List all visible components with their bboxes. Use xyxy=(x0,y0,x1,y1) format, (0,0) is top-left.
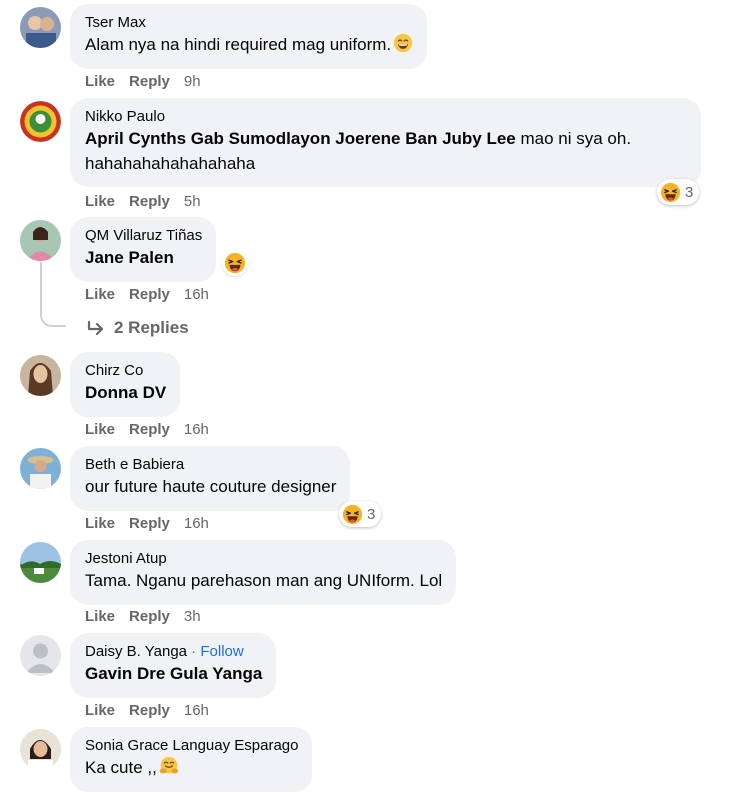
reply-button[interactable]: Reply xyxy=(129,286,170,303)
comment-text: Donna DV xyxy=(85,380,166,405)
comment-bubble: Daisy B. Yanga · Follow Gavin Dre Gula Y… xyxy=(70,633,277,698)
comment-bubble: QM Villaruz Tiñas Jane Palen xyxy=(70,217,217,282)
comment-text: our future haute couture designer xyxy=(85,477,337,496)
reaction-badge[interactable]: 3 xyxy=(657,179,700,205)
comment-text: Ka cute ,, xyxy=(85,755,298,780)
hugging-face-icon xyxy=(159,756,179,775)
comment-time[interactable]: 16h xyxy=(184,286,209,303)
like-button[interactable]: Like xyxy=(85,286,115,303)
comment-time[interactable]: 3h xyxy=(184,608,201,625)
comment-bubble: Chirz Co Donna DV xyxy=(70,352,181,417)
comment-actions: Like Reply 16h xyxy=(85,515,209,533)
reply-button[interactable]: Reply xyxy=(129,515,170,532)
reaction-badge[interactable] xyxy=(222,250,248,276)
comment-bubble: Nikko Paulo April Cynths Gab Sumodlayon … xyxy=(70,98,701,187)
haha-icon xyxy=(342,503,363,525)
reaction-count: 3 xyxy=(367,505,376,523)
comment-actions: Like Reply 9h xyxy=(85,73,201,91)
reply-button[interactable]: Reply xyxy=(129,421,170,438)
comment-time[interactable]: 16h xyxy=(184,702,209,719)
avatar[interactable] xyxy=(20,355,61,396)
smile-icon xyxy=(393,33,413,53)
comment-author[interactable]: Chirz Co xyxy=(85,361,166,380)
comment-author[interactable]: Tser Max xyxy=(85,13,413,32)
like-button[interactable]: Like xyxy=(85,73,115,90)
view-replies-link[interactable]: 2 Replies xyxy=(86,318,189,338)
comment-actions: Like Reply 16h xyxy=(85,702,209,720)
comment-text-content: Alam nya na hindi required mag uniform. xyxy=(85,35,392,54)
comment-author[interactable]: Nikko Paulo xyxy=(85,107,687,126)
comment-actions: Like Reply 16h xyxy=(85,421,209,439)
haha-icon xyxy=(660,181,681,203)
separator-dot: · xyxy=(187,643,201,660)
comment-author[interactable]: Sonia Grace Languay Esparago xyxy=(85,736,298,755)
comment-bubble: Tser Max Alam nya na hindi required mag … xyxy=(70,4,428,69)
like-button[interactable]: Like xyxy=(85,421,115,438)
comment-text: April Cynths Gab Sumodlayon Joerene Ban … xyxy=(85,126,687,151)
comment-author-line: Daisy B. Yanga · Follow xyxy=(85,642,262,661)
thread-line xyxy=(40,262,66,327)
comment-text-content: mao ni sya oh. xyxy=(515,129,632,148)
comment-bubble: Jestoni Atup Tama. Nganu parehason man a… xyxy=(70,540,457,605)
avatar[interactable] xyxy=(20,7,61,48)
comment-bubble: Beth e Babiera our future haute couture … xyxy=(70,446,351,511)
tagged-names[interactable]: Gavin Dre Gula Yanga xyxy=(85,664,262,683)
comment-text: Tama. Nganu parehason man ang UNIform. L… xyxy=(85,571,443,590)
comment-actions: Like Reply 3h xyxy=(85,608,201,626)
comment-actions: Like Reply 5h xyxy=(85,193,201,211)
like-button[interactable]: Like xyxy=(85,193,115,210)
comment-actions: Like Reply 16h xyxy=(85,286,209,304)
reply-button[interactable]: Reply xyxy=(129,73,170,90)
comment-time[interactable]: 5h xyxy=(184,193,201,210)
comment-author[interactable]: Daisy B. Yanga xyxy=(85,643,187,660)
avatar[interactable] xyxy=(20,635,61,676)
avatar[interactable] xyxy=(20,220,61,261)
avatar[interactable] xyxy=(20,542,61,583)
avatar[interactable] xyxy=(20,448,61,489)
reply-button[interactable]: Reply xyxy=(129,702,170,719)
comment-time[interactable]: 16h xyxy=(184,421,209,438)
comment-time[interactable]: 16h xyxy=(184,515,209,532)
tagged-names[interactable]: April Cynths Gab Sumodlayon Joerene Ban … xyxy=(85,129,516,148)
reply-button[interactable]: Reply xyxy=(129,193,170,210)
comment-text: Alam nya na hindi required mag uniform. xyxy=(85,32,413,57)
like-button[interactable]: Like xyxy=(85,702,115,719)
like-button[interactable]: Like xyxy=(85,515,115,532)
avatar[interactable] xyxy=(20,729,61,770)
comment-author[interactable]: Jestoni Atup xyxy=(85,549,442,568)
reply-button[interactable]: Reply xyxy=(129,608,170,625)
comment-author[interactable]: QM Villaruz Tiñas xyxy=(85,226,202,245)
comment-time[interactable]: 9h xyxy=(184,73,201,90)
like-button[interactable]: Like xyxy=(85,608,115,625)
comment-text: Jane Palen xyxy=(85,245,202,270)
reply-arrow-icon xyxy=(87,320,104,336)
tagged-names[interactable]: Donna DV xyxy=(85,383,166,402)
haha-icon xyxy=(224,252,246,274)
comment-text-line2: hahahahahahahahaha xyxy=(85,154,256,173)
follow-button[interactable]: Follow xyxy=(200,643,243,660)
avatar[interactable] xyxy=(20,101,61,142)
reaction-count: 3 xyxy=(685,183,694,201)
comment-text: Gavin Dre Gula Yanga xyxy=(85,661,262,686)
tagged-names[interactable]: Jane Palen xyxy=(85,248,174,267)
comment-bubble: Sonia Grace Languay Esparago Ka cute ,, xyxy=(70,727,313,792)
reaction-badge[interactable]: 3 xyxy=(339,501,382,527)
comment-author[interactable]: Beth e Babiera xyxy=(85,455,336,474)
replies-label: 2 Replies xyxy=(114,318,189,337)
comment-text-content: Ka cute ,, xyxy=(85,758,157,777)
